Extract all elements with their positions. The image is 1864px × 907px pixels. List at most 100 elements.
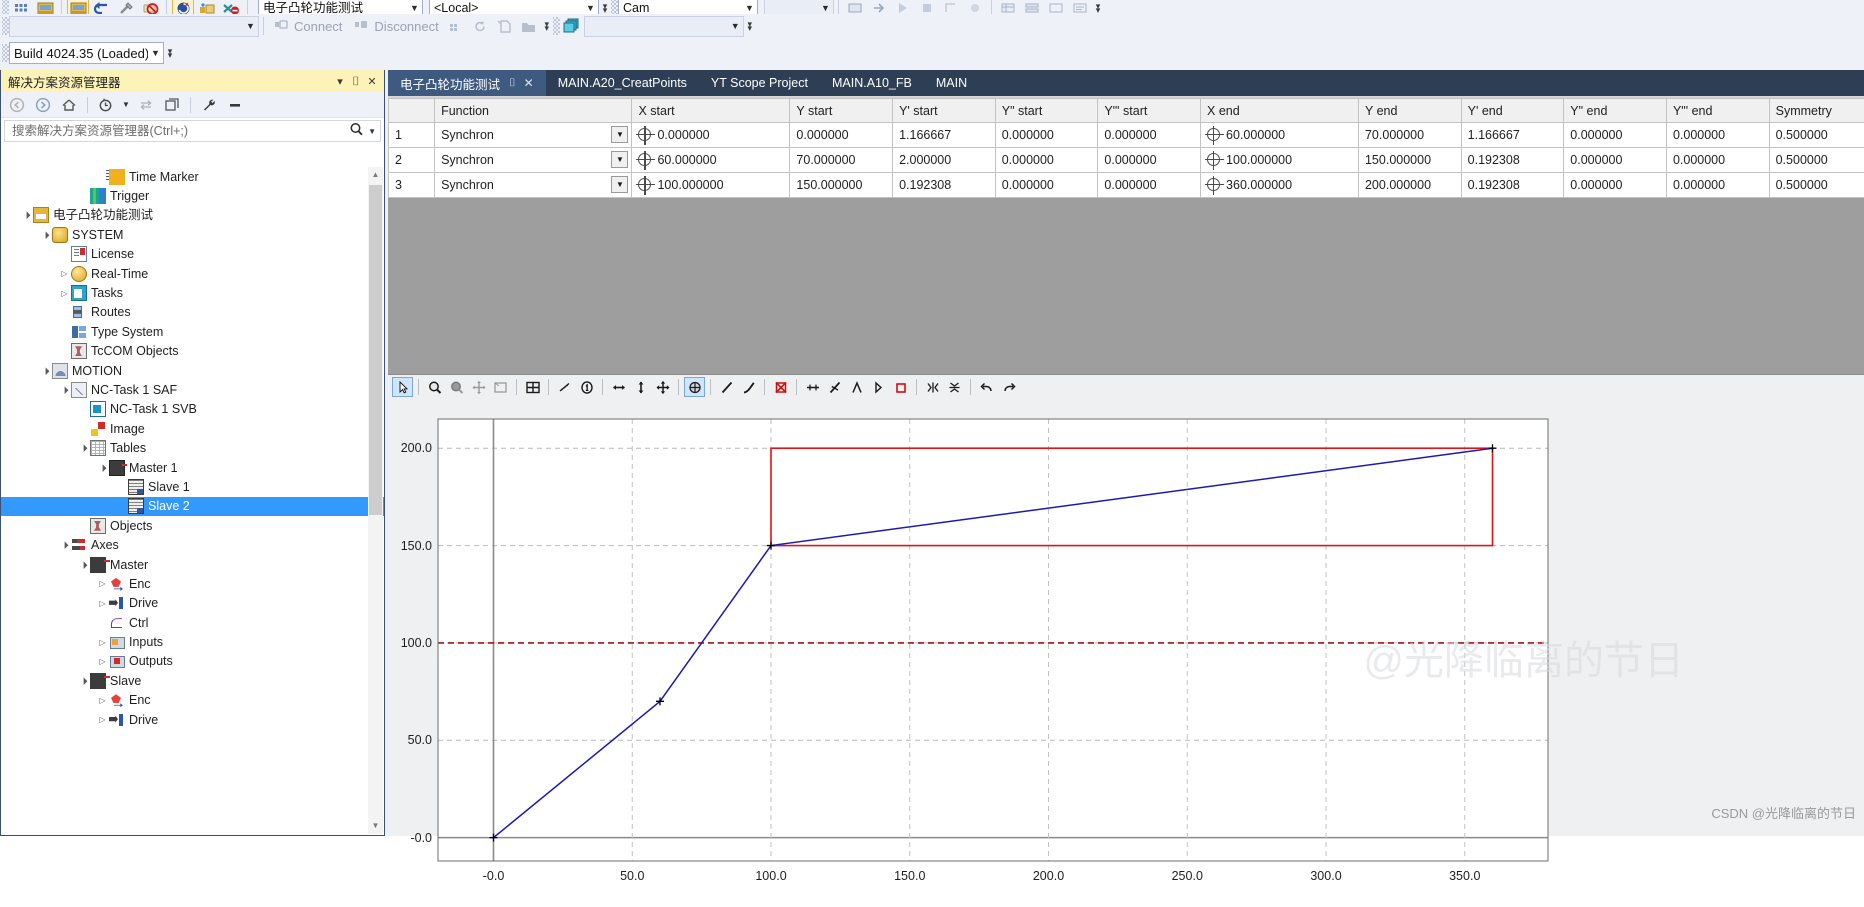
collapse-all-icon[interactable] — [161, 94, 183, 116]
tree-item-slave[interactable]: ◢Slave — [1, 671, 384, 690]
back-arrow-icon[interactable] — [6, 94, 28, 116]
solution-explorer-search[interactable]: ▼ — [4, 120, 381, 142]
toolbar-overflow-2[interactable]: ▾▾ — [1092, 4, 1104, 12]
column-header-6[interactable]: Y"' start — [1098, 99, 1201, 123]
cell-yppp-start[interactable]: 0.000000 — [1098, 173, 1201, 198]
delete-point-icon[interactable] — [770, 377, 791, 397]
refresh-icon[interactable] — [470, 15, 492, 37]
scale-horizontal-icon[interactable] — [608, 377, 629, 397]
column-header-0[interactable] — [389, 99, 435, 123]
toolbar-grip-4[interactable] — [553, 17, 560, 35]
column-header-11[interactable]: Y"' end — [1666, 99, 1769, 123]
boundary-icon[interactable] — [890, 377, 911, 397]
column-header-10[interactable]: Y" end — [1564, 99, 1667, 123]
cam-plot-svg[interactable] — [388, 399, 1564, 907]
tangent-icon[interactable] — [824, 377, 845, 397]
velocity-icon[interactable] — [868, 377, 889, 397]
expander-expanded-icon[interactable]: ◢ — [38, 363, 53, 378]
snap-y-icon[interactable] — [944, 377, 965, 397]
expander-expanded-icon[interactable]: ◢ — [95, 460, 110, 475]
tree-item-motion[interactable]: ◢MOTION — [1, 361, 384, 380]
expander-expanded-icon[interactable]: ◢ — [57, 383, 72, 398]
expander-collapsed-icon[interactable]: ▷ — [96, 579, 109, 588]
disconnect-button[interactable]: Disconnect — [348, 15, 444, 37]
cell-yppp-end[interactable]: 0.000000 — [1666, 123, 1769, 148]
panel-menu-icon[interactable]: ▾ — [332, 75, 348, 88]
tree-item-image[interactable]: Image — [1, 419, 384, 438]
zoom-icon[interactable] — [424, 377, 445, 397]
cell-yp-end[interactable]: 1.166667 — [1461, 123, 1564, 148]
table-row[interactable]: 1Synchron▼0.0000000.0000001.1666670.0000… — [389, 123, 1864, 148]
tree-item-ctrl[interactable]: Ctrl — [1, 613, 384, 632]
scale-vertical-icon[interactable] — [630, 377, 651, 397]
search-input[interactable] — [10, 123, 347, 139]
cam-table[interactable]: FunctionX startY startY' startY" startY"… — [388, 98, 1864, 198]
toolbar-overflow-1[interactable]: ▾▾ — [599, 4, 611, 12]
chevron-down-icon[interactable]: ▼ — [611, 151, 628, 168]
cell-yppp-end[interactable]: 0.000000 — [1666, 173, 1769, 198]
cam-plot[interactable]: -0.050.0100.0150.0200.0 -0.050.0100.0150… — [388, 399, 1864, 836]
column-header-7[interactable]: X end — [1201, 99, 1359, 123]
build-version-combo[interactable]: Build 4024.35 (Loaded) ▼ — [9, 42, 164, 64]
toolbar-grip-3[interactable] — [2, 17, 9, 35]
column-header-2[interactable]: X start — [632, 99, 790, 123]
search-icon[interactable] — [347, 122, 368, 140]
expander-expanded-icon[interactable]: ◢ — [76, 441, 91, 456]
tree-item-tasks[interactable]: ▷Tasks — [1, 283, 384, 302]
tree-item-nc-task-1-saf[interactable]: ◢NC-Task 1 SAF — [1, 380, 384, 399]
expander-collapsed-icon[interactable]: ▷ — [96, 715, 109, 724]
scroll-down-arrow[interactable]: ▼ — [368, 818, 383, 834]
snap-x-icon[interactable] — [922, 377, 943, 397]
cell-y-end[interactable]: 70.000000 — [1358, 123, 1461, 148]
forward-arrow-icon[interactable] — [32, 94, 54, 116]
tree-item-slave-2[interactable]: Slave 2 — [1, 497, 384, 516]
tree-item-nc-task-1-svb[interactable]: NC-Task 1 SVB — [1, 400, 384, 419]
connection-combo[interactable]: ▼ — [9, 16, 259, 37]
column-header-1[interactable]: Function — [435, 99, 632, 123]
cell-yp-start[interactable]: 0.192308 — [893, 173, 996, 198]
connect-button[interactable]: Connect — [268, 15, 348, 37]
cell-ypp-start[interactable]: 0.000000 — [995, 173, 1098, 198]
cell-yp-end[interactable]: 0.192308 — [1461, 148, 1564, 173]
properties-wrench-icon[interactable] — [198, 94, 220, 116]
tree-item-inputs[interactable]: ▷Inputs — [1, 632, 384, 651]
cell-x-end[interactable]: 360.000000 — [1201, 173, 1359, 198]
toolbar-overflow-4[interactable]: ▾▾ — [744, 22, 756, 30]
cell-symmetry[interactable]: 0.500000 — [1769, 173, 1864, 198]
tree-item-[interactable]: ◢电子凸轮功能测试 — [1, 206, 384, 225]
pan-icon[interactable] — [468, 377, 489, 397]
cell-ypp-end[interactable]: 0.000000 — [1564, 123, 1667, 148]
table-row[interactable]: 3Synchron▼100.000000150.0000000.1923080.… — [389, 173, 1864, 198]
point-index-icon[interactable] — [576, 377, 597, 397]
cell-symmetry[interactable]: 0.500000 — [1769, 123, 1864, 148]
tree-item-type-system[interactable]: Type System — [1, 322, 384, 341]
solution-tree-scrollbar[interactable]: ▲ ▼ — [368, 167, 383, 834]
cell-x-end[interactable]: 100.000000 — [1201, 148, 1359, 173]
zoom-area-icon[interactable] — [446, 377, 467, 397]
cell-y-start[interactable]: 150.000000 — [790, 173, 893, 198]
expander-expanded-icon[interactable]: ◢ — [19, 208, 34, 223]
cell-y-end[interactable]: 150.000000 — [1358, 148, 1461, 173]
editor-tab-2[interactable]: MAIN.A20_CreatPoints — [546, 70, 699, 96]
cell-yppp-start[interactable]: 0.000000 — [1098, 148, 1201, 173]
chevron-down-icon[interactable]: ▼ — [121, 94, 131, 116]
tree-item-real-time[interactable]: ▷Real-Time — [1, 264, 384, 283]
open-folder-icon[interactable] — [518, 15, 540, 37]
tree-item-license[interactable]: License — [1, 245, 384, 264]
tab-pin-icon[interactable]: ⌷ — [509, 77, 516, 90]
toolbar-overflow-5[interactable]: ▾▾ — [164, 49, 176, 57]
new-file-icon[interactable] — [494, 15, 516, 37]
slope-icon[interactable] — [846, 377, 867, 397]
cell-symmetry[interactable]: 0.500000 — [1769, 148, 1864, 173]
chevron-down-icon[interactable]: ▼ — [611, 126, 628, 143]
fit-window-icon[interactable] — [490, 377, 511, 397]
cell-x-end[interactable]: 60.000000 — [1201, 123, 1359, 148]
column-header-12[interactable]: Symmetry — [1769, 99, 1864, 123]
expander-collapsed-icon[interactable]: ▷ — [58, 269, 71, 278]
column-header-8[interactable]: Y end — [1358, 99, 1461, 123]
search-dropdown-icon[interactable]: ▼ — [368, 127, 378, 136]
tree-item-tccom-objects[interactable]: TcCOM Objects — [1, 342, 384, 361]
cell-x-start[interactable]: 60.000000 — [632, 148, 790, 173]
tree-item-drive[interactable]: ▷Drive — [1, 594, 384, 613]
tree-item-routes[interactable]: Routes — [1, 303, 384, 322]
